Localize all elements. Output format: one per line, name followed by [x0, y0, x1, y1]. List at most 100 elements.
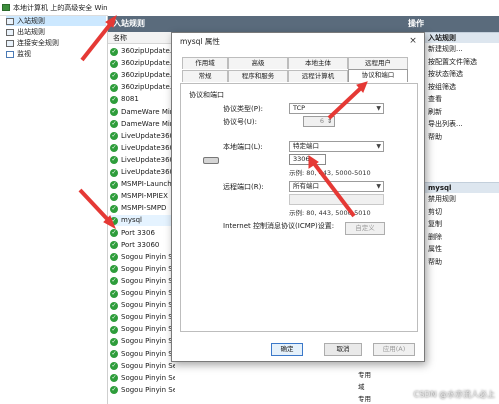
local-port-input[interactable]: 3306 — [289, 154, 326, 165]
remote-port-input[interactable] — [289, 194, 384, 205]
local-port-hint: 示例: 80, 443, 5000-5010 — [289, 169, 371, 177]
rule-name: LiveUpdate360 — [121, 131, 175, 140]
enabled-check-icon: ✓ — [110, 289, 118, 298]
enabled-check-icon: ✓ — [110, 95, 118, 104]
rule-row[interactable]: ✓ 360zipUpdate.e — [110, 82, 175, 93]
enabled-check-icon: ✓ — [110, 337, 118, 346]
tab-remote-computers[interactable]: 远程计算机 — [288, 70, 348, 82]
outbound-rules-icon — [6, 28, 14, 36]
rule-name: Sogou Pinyin Service — [121, 361, 175, 370]
rule-row[interactable]: ✓ 8081 — [110, 94, 175, 105]
inbound-rules-header: 入站规则 — [108, 16, 404, 32]
rule-row[interactable]: ✓ LiveUpdate360 — [110, 167, 175, 178]
rule-row[interactable]: ✓ Sogou Pinyin S — [110, 349, 175, 360]
tree-item-label: 出站规则 — [17, 28, 45, 36]
enabled-check-icon: ✓ — [110, 168, 118, 177]
rule-row[interactable]: ✓ MSMPI-MPIEX — [110, 191, 175, 202]
tab-general[interactable]: 常规 — [182, 70, 228, 82]
tab-local-principals[interactable]: 本地主体 — [288, 57, 348, 69]
apply-button[interactable]: 应用(A) — [373, 343, 415, 356]
tree-item-inbound[interactable]: 入站规则 — [6, 16, 106, 26]
rule-row[interactable]: ✓ Port 33060 — [110, 240, 175, 251]
rule-row[interactable]: ✓ 360zipUpdate.e — [110, 70, 175, 81]
tree-item-connection-security[interactable]: 连接安全规则 — [6, 38, 59, 48]
remote-port-select[interactable]: 所有端口 ▼ — [289, 181, 384, 192]
rule-row[interactable]: ✓Sogou Pinyin Service — [110, 385, 175, 396]
rule-name: Sogou Pinyin S — [121, 313, 173, 322]
tab-advanced[interactable]: 高级 — [228, 57, 288, 69]
enabled-check-icon: ✓ — [110, 132, 118, 141]
tree-root[interactable]: 本地计算机 上的高级安全 Win — [0, 0, 108, 16]
actions-header: 操作 — [404, 16, 499, 32]
rule-name: mysql — [121, 216, 142, 225]
rule-row[interactable]: ✓ Port 3306 — [110, 228, 175, 239]
protocol-type-label: 协议类型(P): — [223, 105, 264, 113]
rule-row[interactable]: ✓ Sogou Pinyin S — [110, 336, 175, 347]
inbound-rules-icon — [6, 17, 14, 25]
tab-protocols-ports[interactable]: 协议和端口 — [348, 69, 408, 82]
rule-name: 8081 — [121, 95, 139, 104]
rule-row[interactable]: ✓ Sogou Pinyin S — [110, 276, 175, 287]
enabled-check-icon: ✓ — [110, 301, 118, 310]
rule-row[interactable]: ✓ mysql — [110, 215, 175, 227]
group-title: 协议和端口 — [189, 91, 224, 99]
chevron-down-icon: ▼ — [376, 183, 381, 190]
rule-row[interactable]: ✓ Sogou Pinyin S — [110, 300, 175, 311]
remote-port-hint: 示例: 80, 443, 5000-5010 — [289, 209, 371, 217]
rule-name: LiveUpdate360 — [121, 168, 175, 176]
protocol-number-stepper[interactable]: 6 ⇕ — [303, 116, 335, 127]
rule-name: Sogou Pinyin S — [121, 252, 173, 261]
rule-name: DameWare Min — [121, 107, 175, 116]
tree-root-label: 本地计算机 上的高级安全 Win — [13, 3, 108, 12]
rule-name: Sogou Pinyin S — [121, 325, 173, 334]
rule-row[interactable]: ✓ Sogou Pinyin S — [110, 252, 175, 263]
protocol-type-value: TCP — [293, 104, 306, 112]
rule-row[interactable]: ✓ LiveUpdate360 — [110, 143, 175, 154]
firewall-icon — [2, 4, 10, 11]
tab-scope[interactable]: 作用域 — [182, 57, 228, 69]
chevron-down-icon: ▼ — [376, 143, 381, 150]
close-icon[interactable]: × — [408, 36, 418, 46]
rule-row[interactable]: ✓ Sogou Pinyin S — [110, 324, 175, 335]
rule-name: MSMPI-MPIEX — [121, 192, 168, 201]
cancel-button[interactable]: 取消 — [324, 343, 362, 356]
customize-button[interactable]: 自定义 — [345, 222, 385, 235]
rule-row[interactable]: ✓ Sogou Pinyin S — [110, 264, 175, 275]
tree-item-outbound[interactable]: 出站规则 — [6, 27, 45, 37]
icmp-label: Internet 控制消息协议(ICMP)设置: — [223, 222, 335, 230]
ok-button[interactable]: 确定 — [271, 343, 303, 356]
rule-row[interactable]: ✓ MSMPI-Launch — [110, 179, 175, 190]
tree-item-label: 入站规则 — [17, 17, 45, 25]
rule-name: 360zipUpdate.e — [121, 71, 175, 80]
network-cable-icon — [203, 157, 219, 164]
rule-row[interactable]: ✓ 360zipUpdate.e — [110, 46, 175, 57]
connection-security-icon — [6, 39, 14, 47]
rule-row[interactable]: ✓ MSMPI-SMPD — [110, 203, 175, 214]
rule-row[interactable]: ✓ Sogou Pinyin S — [110, 288, 175, 299]
rule-name: Sogou Pinyin S — [121, 289, 173, 297]
enabled-check-icon: ✓ — [110, 265, 118, 274]
rule-row[interactable]: ✓Sogou Pinyin Service — [110, 361, 175, 372]
tab-remote-users[interactable]: 远程用户 — [348, 57, 408, 69]
rule-row[interactable]: ✓ 360zipUpdate.e — [110, 58, 175, 69]
rule-row[interactable]: ✓ Sogou Pinyin S — [110, 312, 175, 323]
enabled-check-icon: ✓ — [110, 108, 118, 116]
rule-row[interactable]: ✓ DameWare Min — [110, 107, 175, 118]
chevron-down-icon: ▼ — [376, 105, 381, 112]
local-port-label: 本地端口(L): — [223, 143, 263, 151]
rule-name: Sogou Pinyin S — [121, 276, 173, 285]
tree-item-label: 连接安全规则 — [17, 39, 59, 47]
monitor-icon — [6, 50, 14, 58]
rule-name: Sogou Pinyin S — [121, 337, 173, 346]
rule-row[interactable]: ✓Sogou Pinyin Service — [110, 373, 175, 384]
rule-row[interactable]: ✓ LiveUpdate360 — [110, 155, 175, 166]
enabled-check-icon: ✓ — [110, 325, 118, 334]
enabled-check-icon: ✓ — [110, 59, 118, 68]
rule-row[interactable]: ✓ DameWare Min — [110, 119, 175, 130]
local-port-select[interactable]: 特定端口 ▼ — [289, 141, 384, 152]
protocol-type-select[interactable]: TCP ▼ — [289, 103, 384, 114]
tab-programs-services[interactable]: 程序和服务 — [228, 70, 288, 82]
rule-row[interactable]: ✓ LiveUpdate360 — [110, 131, 175, 142]
protocol-cell: 专用 — [358, 395, 371, 403]
tree-item-monitor[interactable]: 监视 — [6, 49, 31, 59]
